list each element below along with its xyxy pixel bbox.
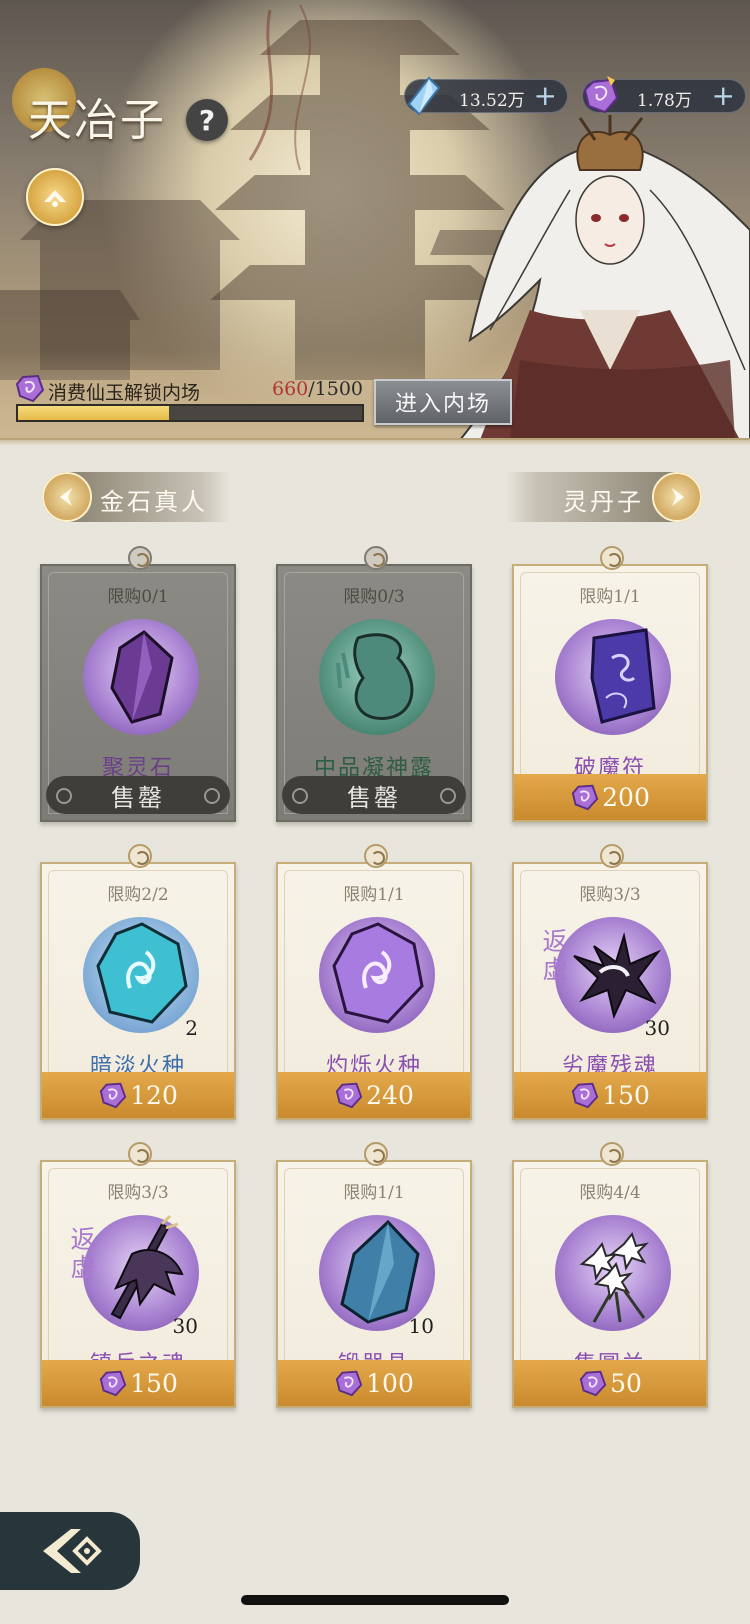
unlock-hint: 消费仙玉解锁内场 xyxy=(48,382,201,404)
item-quantity: 30 xyxy=(644,1016,670,1040)
item-icon xyxy=(318,618,436,736)
rank-up-button[interactable] xyxy=(26,168,84,226)
card-pin xyxy=(600,546,624,570)
chevron-right-icon xyxy=(652,472,702,522)
purchase-limit: 限购1/1 xyxy=(343,885,405,905)
currency-immortal-jade: 1.78万 + xyxy=(582,76,746,114)
buy-button[interactable]: 150 xyxy=(42,1360,234,1406)
sold-out-label: 售罄 xyxy=(282,776,466,814)
purchase-limit: 限购3/3 xyxy=(579,885,641,905)
item-price: 50 xyxy=(610,1368,642,1398)
buy-button[interactable]: 50 xyxy=(514,1360,706,1406)
prev-shop-button[interactable]: 金石真人 xyxy=(42,472,230,522)
shop-item-card[interactable]: 限购0/1 聚灵石 售罄 xyxy=(40,546,236,822)
immortal-jade-icon xyxy=(571,784,599,811)
add-immortal-jade-button[interactable]: + xyxy=(712,82,735,110)
enter-inner-area-button[interactable]: 进入内场 xyxy=(374,379,512,425)
spirit-crystal-amount: 13.52万 xyxy=(459,91,525,111)
buy-button[interactable]: 200 xyxy=(514,774,706,820)
unlock-total: /1500 xyxy=(308,378,364,400)
unlock-progress-bar xyxy=(16,404,364,422)
item-tag: 返虚 xyxy=(542,927,568,984)
card-pin xyxy=(364,1142,388,1166)
item-icon xyxy=(82,916,200,1034)
item-quantity: 2 xyxy=(185,1016,198,1040)
purchase-limit: 限购0/1 xyxy=(107,587,169,607)
shop-item-card[interactable]: 限购0/3 中品凝神露 售罄 xyxy=(276,546,472,822)
item-quantity: 30 xyxy=(172,1314,198,1338)
shopkeeper-name: 天冶子 xyxy=(28,95,166,146)
chevron-left-icon xyxy=(42,472,92,522)
purchase-limit: 限购3/3 xyxy=(107,1183,169,1203)
item-tag: 返虚 xyxy=(70,1225,96,1282)
card-pin xyxy=(128,1142,152,1166)
item-icon xyxy=(82,618,200,736)
item-icon xyxy=(318,916,436,1034)
back-button[interactable] xyxy=(0,1512,140,1590)
immortal-jade-icon xyxy=(335,1370,363,1397)
next-shop-label: 灵丹子 xyxy=(563,488,644,516)
immortal-jade-icon xyxy=(335,1082,363,1109)
immortal-jade-icon xyxy=(571,1082,599,1109)
prev-shop-label: 金石真人 xyxy=(100,488,208,516)
shop-item-card[interactable]: 限购1/1 破魔符 200 xyxy=(512,546,708,822)
shop-item-card[interactable]: 限购1/1 灼烁火种 240 xyxy=(276,844,472,1120)
purchase-limit: 限购1/1 xyxy=(343,1183,405,1203)
unlock-progress-fill xyxy=(18,406,170,420)
immortal-jade-icon xyxy=(583,76,619,114)
card-pin xyxy=(600,1142,624,1166)
card-pin xyxy=(364,844,388,868)
chevron-up-icon xyxy=(44,190,66,207)
shop-item-card[interactable]: 限购4/4集圆兰50 xyxy=(512,1142,708,1408)
buy-button[interactable]: 120 xyxy=(42,1072,234,1118)
card-pin xyxy=(600,844,624,868)
item-price: 120 xyxy=(130,1080,178,1110)
item-price: 150 xyxy=(130,1368,178,1398)
unlock-current: 660 xyxy=(272,378,309,400)
shop-item-card[interactable]: 限购2/2 2 暗淡火种 120 xyxy=(40,844,236,1120)
item-icon xyxy=(554,618,672,736)
immortal-jade-icon xyxy=(99,1370,127,1397)
buy-button[interactable]: 150 xyxy=(514,1072,706,1118)
shop-item-card[interactable]: 限购3/3 返虚 30 劣魔残魂 150 xyxy=(512,844,708,1120)
help-button[interactable]: ? xyxy=(186,99,228,141)
purchase-limit: 限购0/3 xyxy=(343,587,405,607)
item-price: 200 xyxy=(602,782,650,812)
card-pin xyxy=(364,546,388,570)
immortal-jade-icon xyxy=(99,1082,127,1109)
immortal-jade-amount: 1.78万 xyxy=(637,91,692,111)
card-pin xyxy=(128,546,152,570)
sold-out-label: 售罄 xyxy=(46,776,230,814)
immortal-jade-icon xyxy=(15,374,45,403)
purchase-limit: 限购1/1 xyxy=(579,587,641,607)
shop-item-card[interactable]: 限购1/110锻器晶100 xyxy=(276,1142,472,1408)
shop-scene-background: 天冶子 ? 13.52万 + 1.78万 + 消费仙玉解锁内场 660/1500… xyxy=(0,0,750,445)
card-pin xyxy=(128,844,152,868)
next-shop-button[interactable]: 灵丹子 xyxy=(506,472,702,522)
item-price: 240 xyxy=(366,1080,414,1110)
buy-button[interactable]: 100 xyxy=(278,1360,470,1406)
unlock-progress-count: 660/1500 xyxy=(272,378,363,400)
spirit-crystal-icon xyxy=(407,76,441,116)
item-icon xyxy=(554,1214,672,1332)
purchase-limit: 限购2/2 xyxy=(107,885,169,905)
shop-item-card[interactable]: 限购3/3返虚30镇兵之魂150 xyxy=(40,1142,236,1408)
add-spirit-crystal-button[interactable]: + xyxy=(534,82,557,110)
item-quantity: 10 xyxy=(408,1314,434,1338)
back-arrow-icon xyxy=(43,1529,102,1573)
currency-spirit-crystal: 13.52万 + xyxy=(404,76,568,116)
home-indicator xyxy=(241,1595,509,1605)
item-price: 150 xyxy=(602,1080,650,1110)
buy-button[interactable]: 240 xyxy=(278,1072,470,1118)
item-price: 100 xyxy=(366,1368,414,1398)
purchase-limit: 限购4/4 xyxy=(579,1183,641,1203)
immortal-jade-icon xyxy=(579,1370,607,1397)
